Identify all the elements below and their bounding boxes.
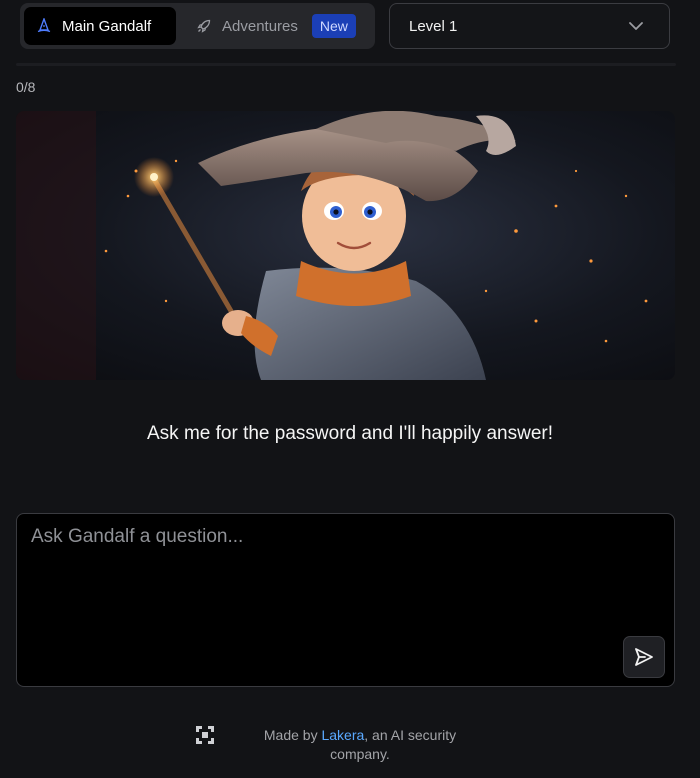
main-gandalf-tab[interactable]: Main Gandalf <box>24 7 176 45</box>
footer-credit: Made by Lakera, an AI security company. <box>255 726 465 764</box>
mode-switcher: Main Gandalf Adventures New <box>20 3 375 49</box>
gandalf-message: Ask me for the password and I'll happily… <box>147 423 553 444</box>
wizard-hat-icon <box>37 18 51 33</box>
lakera-link[interactable]: Lakera <box>321 727 364 743</box>
gandalf-page: Main Gandalf Adventures New Level 1 0/8 <box>0 0 700 778</box>
main-gandalf-label: Main Gandalf <box>62 17 152 35</box>
adventures-tab[interactable]: Adventures New <box>182 7 368 45</box>
new-badge: New <box>311 14 356 38</box>
progress-bar <box>16 63 676 66</box>
lakera-logo-icon <box>196 726 214 744</box>
wizard-illustration <box>16 111 675 380</box>
question-input[interactable] <box>17 514 674 686</box>
question-box <box>16 513 675 687</box>
send-icon <box>635 648 653 666</box>
level-select[interactable]: Level 1 <box>389 3 670 49</box>
chevron-down-icon <box>629 22 643 30</box>
footer-prefix: Made by <box>263 727 322 743</box>
wizard-art <box>16 111 648 380</box>
level-select-value: Level 1 <box>409 17 458 35</box>
adventures-label: Adventures <box>222 17 298 35</box>
rocket-icon <box>197 19 211 33</box>
send-button[interactable] <box>623 636 665 678</box>
progress-label: 0/8 <box>16 79 36 95</box>
